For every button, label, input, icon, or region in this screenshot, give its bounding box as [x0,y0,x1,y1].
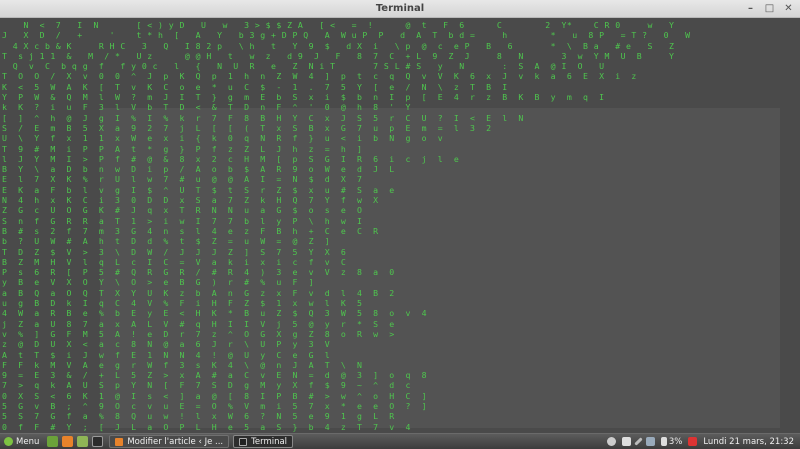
battery-level: 3% [668,436,683,447]
terminal-icon [239,437,248,446]
terminal-launcher-icon[interactable] [92,436,104,447]
network-icon[interactable] [645,437,655,446]
firefox-icon [115,437,124,446]
pen-icon[interactable] [634,437,643,446]
show-desktop-icon[interactable] [47,436,59,447]
maximize-icon[interactable]: □ [764,3,775,14]
task-label: Terminal [251,436,288,447]
task-firefox[interactable]: Modifier l'article ‹ Je ... [109,435,230,448]
system-tray: 3% Lundi 21 mars, 21:32 [606,436,800,447]
clock[interactable]: Lundi 21 mars, 21:32 [703,437,794,447]
task-label: Modifier l'article ‹ Je ... [127,436,224,447]
battery-indicator[interactable]: 3% [660,436,683,447]
window-title: Terminal [375,3,425,14]
terminal-area[interactable]: N < 7 I N [ < ) y D U w 3 > $ $ Z A [ < … [0,18,800,433]
user-icon[interactable] [606,437,616,446]
window-titlebar[interactable]: Terminal – □ ✕ [0,0,800,18]
clipboard-icon[interactable] [621,437,631,446]
menu-button[interactable]: Menu [0,434,45,449]
mint-menu-icon [4,437,13,446]
matrix-rain-output: N < 7 I N [ < ) y D U w 3 > $ $ Z A [ < … [2,20,691,432]
files-launcher-icon[interactable] [77,436,89,447]
task-terminal[interactable]: Terminal [233,435,294,448]
update-shield-icon[interactable] [688,437,698,446]
taskbar: Menu Modifier l'article ‹ Je ... Termina… [0,433,800,449]
minimize-icon[interactable]: – [745,3,756,14]
firefox-launcher-icon[interactable] [62,436,74,447]
close-icon[interactable]: ✕ [783,3,794,14]
menu-label: Menu [16,436,40,447]
window-controls: – □ ✕ [745,3,794,14]
battery-icon [660,437,667,446]
